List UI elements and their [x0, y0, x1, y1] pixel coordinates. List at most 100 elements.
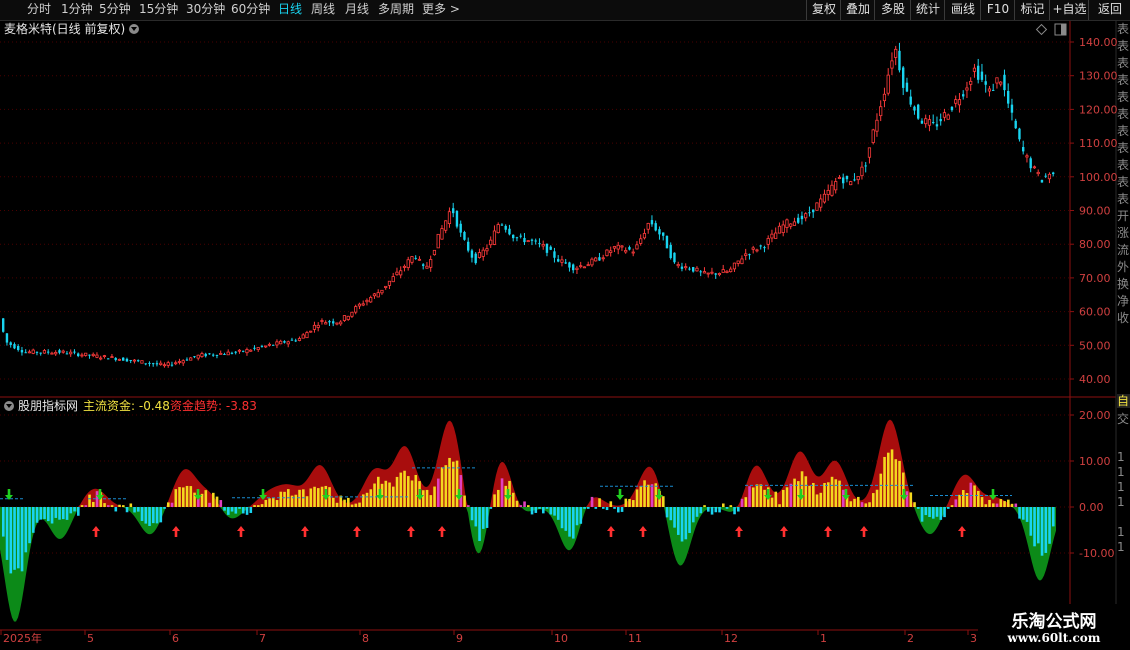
main-fund-bar [549, 507, 553, 515]
main-fund-bar [332, 497, 335, 507]
main-fund-bar [935, 507, 939, 517]
candle-body [1029, 158, 1032, 169]
candle-body [579, 265, 583, 268]
candle-body [1018, 128, 1021, 140]
main-fund-bar [444, 465, 448, 507]
main-fund-bar [992, 503, 995, 507]
candle-body [628, 247, 631, 250]
main-fund-bar [17, 507, 20, 569]
main-fund-bar [1029, 507, 1033, 536]
candle-body [39, 352, 42, 354]
main-fund-bar [140, 507, 144, 521]
main-fund-bar [148, 507, 151, 526]
candle-body [99, 357, 103, 360]
candle-body [744, 253, 748, 256]
candle-body [481, 249, 485, 257]
candle-body [406, 259, 410, 269]
main-fund-bar [272, 498, 275, 507]
candle-body [519, 235, 522, 237]
candle-body [477, 252, 482, 258]
main-fund-bar [313, 486, 316, 507]
candle-body [845, 175, 849, 180]
candle-body [286, 341, 290, 345]
candle-body [50, 352, 54, 355]
candle-body [624, 250, 628, 253]
candle-body [114, 357, 117, 361]
candle-body [965, 87, 969, 91]
right-strip-char: 表 [1117, 90, 1130, 104]
candle-body [616, 244, 620, 250]
main-fund-bar [500, 478, 504, 507]
main-fund-bar [163, 507, 166, 509]
main-fund-bar [223, 507, 226, 511]
main-fund-bar [980, 497, 984, 507]
main-fund-bar [898, 460, 901, 507]
candle-body [387, 280, 392, 286]
candle-body [212, 354, 215, 356]
candle-body [275, 341, 279, 346]
candle-body [132, 359, 137, 362]
main-fund-bar [309, 488, 313, 507]
main-fund-bar [433, 486, 436, 507]
candle-body [564, 262, 567, 264]
main-fund-bar [932, 507, 935, 519]
candle-body [962, 94, 965, 97]
candle-body [283, 341, 286, 343]
main-fund-bar [9, 507, 13, 574]
right-strip-char: 1 [1117, 465, 1125, 479]
main-fund-bar [770, 497, 774, 507]
candle-body [635, 244, 639, 250]
main-fund-bar [474, 507, 478, 527]
candle-body [830, 184, 834, 196]
candle-body [489, 239, 493, 246]
candle-body [346, 315, 350, 320]
candle-body [1003, 74, 1006, 91]
candle-body [890, 60, 894, 69]
collapse-circle-icon[interactable] [4, 401, 14, 411]
price-tick-label: 50.00 [1079, 339, 1111, 352]
candle-body [455, 210, 459, 227]
main-fund-bar [650, 484, 654, 507]
candle-body [706, 272, 710, 275]
right-strip-char: 表 [1117, 107, 1130, 121]
candle-body [639, 238, 643, 244]
main-fund-bar [988, 499, 991, 507]
main-fund-bar [575, 507, 579, 526]
candle-body [492, 230, 497, 245]
candle-body [320, 320, 324, 322]
right-strip-char: 交 [1117, 412, 1130, 426]
candle-body [856, 176, 860, 181]
main-fund-bar [193, 492, 196, 507]
candle-body [189, 357, 193, 361]
main-fund-bar [545, 507, 549, 509]
main-fund-bar [707, 507, 710, 512]
candle-body [759, 245, 762, 247]
main-fund-bar [185, 485, 189, 507]
main-fund-bar [215, 496, 219, 507]
main-fund-bar [894, 459, 898, 507]
candle-body [504, 225, 507, 230]
candle-body [826, 189, 830, 195]
candle-body [328, 321, 331, 323]
candle-body [812, 209, 815, 213]
up-arrow-icon [958, 526, 966, 537]
candle-body [590, 258, 594, 266]
chart-canvas[interactable]: 140.00130.00120.00110.00100.0090.0080.00… [0, 0, 1130, 650]
price-tick-label: 110.00 [1079, 137, 1118, 150]
main-fund-bar [774, 491, 778, 507]
main-fund-bar [5, 507, 9, 560]
main-fund-bar [748, 486, 751, 507]
main-fund-bar [842, 489, 845, 507]
candle-body [837, 177, 842, 179]
main-fund-bar [512, 492, 515, 507]
candle-body [61, 350, 65, 353]
main-fund-bar [954, 499, 958, 507]
main-fund-bar [227, 507, 230, 515]
right-strip-char: 1 [1117, 525, 1125, 539]
fund-trend-negative-area [0, 507, 1056, 622]
candle-body [73, 351, 76, 353]
candle-body [980, 71, 984, 80]
main-fund-bar [354, 503, 358, 507]
main-fund-bar [958, 494, 961, 507]
candle-body [260, 345, 264, 347]
